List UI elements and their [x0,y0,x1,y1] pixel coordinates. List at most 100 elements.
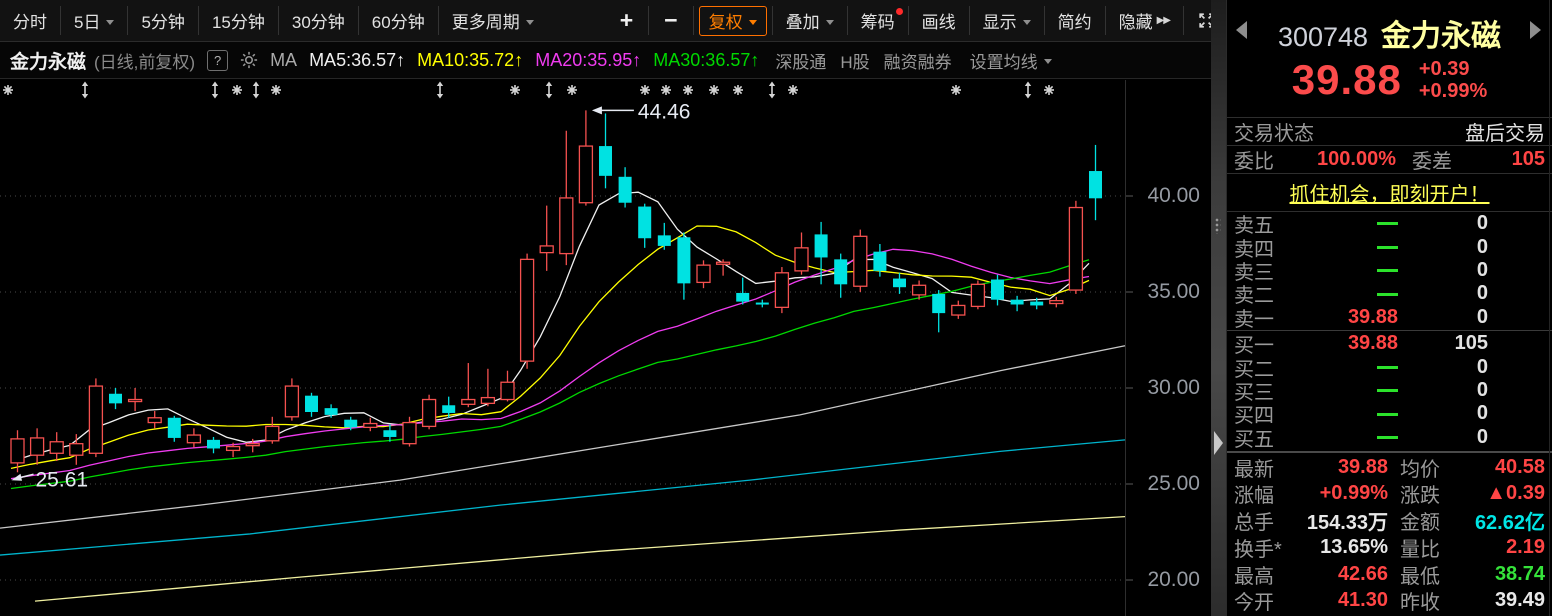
candle-down [207,440,220,449]
price-axis-label: 25.00 [1128,472,1200,496]
candle-down [383,430,396,437]
weibi-value: 100.00% [1284,148,1396,171]
candle-up [540,246,553,253]
stat-value: 13.65% [1296,536,1388,559]
candle-up [481,398,494,404]
stat-label: 总手 [1234,506,1296,535]
stat-row: 换手*13.65%量比2.19 [1227,534,1552,561]
candle-down [736,293,749,302]
candle-down [658,235,671,246]
candle-up [952,305,965,315]
empty-price-dash [1377,389,1398,392]
bid-volume: 0 [1398,402,1488,425]
candle-down [834,259,847,284]
commission-row: 委比 100.00% 委差 105 [1227,145,1552,173]
trade-status-row: 交易状态 盘后交易 [1227,117,1552,145]
candle-up [971,284,984,306]
candle-down [344,420,357,428]
splitter-grip-icon [1215,218,1221,234]
candle-up [521,259,534,361]
stat-label: 昨收 [1400,586,1460,615]
candle-down [168,418,181,438]
bid-orders: 买一39.88105买二0买三0买四0买五0 [1227,332,1552,449]
event-updown-icon [82,82,88,87]
price-change: +0.39 [1419,58,1487,80]
candle-up [89,386,102,453]
candle-up [795,248,808,271]
candle-up [854,236,867,286]
stock-name: 金力永磁 [1381,11,1501,55]
candle-down [893,279,906,288]
event-updown-icon [546,94,552,99]
empty-price-dash [1377,293,1398,296]
candle-down [1011,300,1024,305]
candle-up [1069,208,1082,291]
candle-up [717,262,730,264]
candle-down [991,280,1004,300]
candle-up [364,424,377,428]
candle-down [325,408,338,415]
splitter-arrow-icon [1214,431,1223,455]
high-annotation: 44.46 [638,100,691,123]
price-axis-label: 30.00 [1128,376,1200,400]
stat-row: 总手154.33万金额62.62亿 [1227,507,1552,534]
candle-up [31,438,44,455]
event-updown-icon [212,82,218,87]
prev-stock-arrow-icon[interactable] [1236,21,1247,39]
event-updown-icon [769,94,775,99]
empty-price-dash [1377,366,1398,369]
candle-down [619,177,632,203]
long-ma-cyan [0,440,1125,555]
stat-label: 涨跌 [1400,479,1460,508]
candle-down [442,405,455,413]
weibi-label: 委比 [1234,145,1284,174]
bid-volume: 0 [1398,379,1488,402]
candlestick-chart[interactable]: 44.46 25.61 [0,0,1211,616]
candle-up [697,265,710,282]
stock-code: 300748 [1278,22,1368,53]
candle-down [305,396,318,412]
next-stock-arrow-icon[interactable] [1530,21,1541,39]
stat-label: 换手* [1234,533,1296,562]
ask-volume: 0 [1398,236,1488,259]
long-ma-yellow [35,517,1125,601]
event-updown-icon [1025,94,1031,99]
candle-down [932,294,945,313]
candle-down [109,394,122,404]
stat-label: 涨幅 [1234,479,1296,508]
stat-value: 39.49 [1460,589,1545,612]
empty-price-dash [1377,269,1398,272]
ask-volume: 0 [1398,306,1488,329]
stat-label: 金额 [1400,506,1460,535]
open-account-link[interactable]: 抓住机会，即刻开户！ [1290,178,1490,207]
candle-up [11,439,24,463]
bid-volume: 105 [1398,332,1488,355]
bid-volume: 0 [1398,426,1488,449]
empty-price-dash [1377,222,1398,225]
ask-volume: 0 [1398,212,1488,235]
candle-up [423,400,436,427]
event-updown-icon [437,94,443,99]
stat-value: +0.99% [1296,482,1388,505]
candle-up [187,435,200,443]
candle-up [462,400,475,405]
quote-panel: 300748 金力永磁 39.88 +0.39 +0.99% 交易状态 盘后交易… [1226,0,1552,616]
ask-volume: 0 [1398,259,1488,282]
candle-up [775,273,788,308]
panel-splitter[interactable] [1211,0,1226,616]
ask-orders: 卖五0卖四0卖三0卖二0卖一39.880 [1227,212,1552,329]
stat-label: 今开 [1234,586,1296,615]
candle-down [677,237,690,283]
stat-value: 2.19 [1460,536,1545,559]
low-annotation: 25.61 [36,468,89,491]
stat-value: 42.66 [1296,563,1388,586]
bid-price [1286,356,1398,379]
ask-price: 39.88 [1286,306,1398,329]
stat-label: 最新 [1234,453,1296,482]
candle-up [266,426,279,440]
annotation-arrow [12,474,23,481]
ask-price [1286,259,1398,282]
ask-price [1286,282,1398,305]
candle-up [579,146,592,203]
candle-up [50,442,63,454]
